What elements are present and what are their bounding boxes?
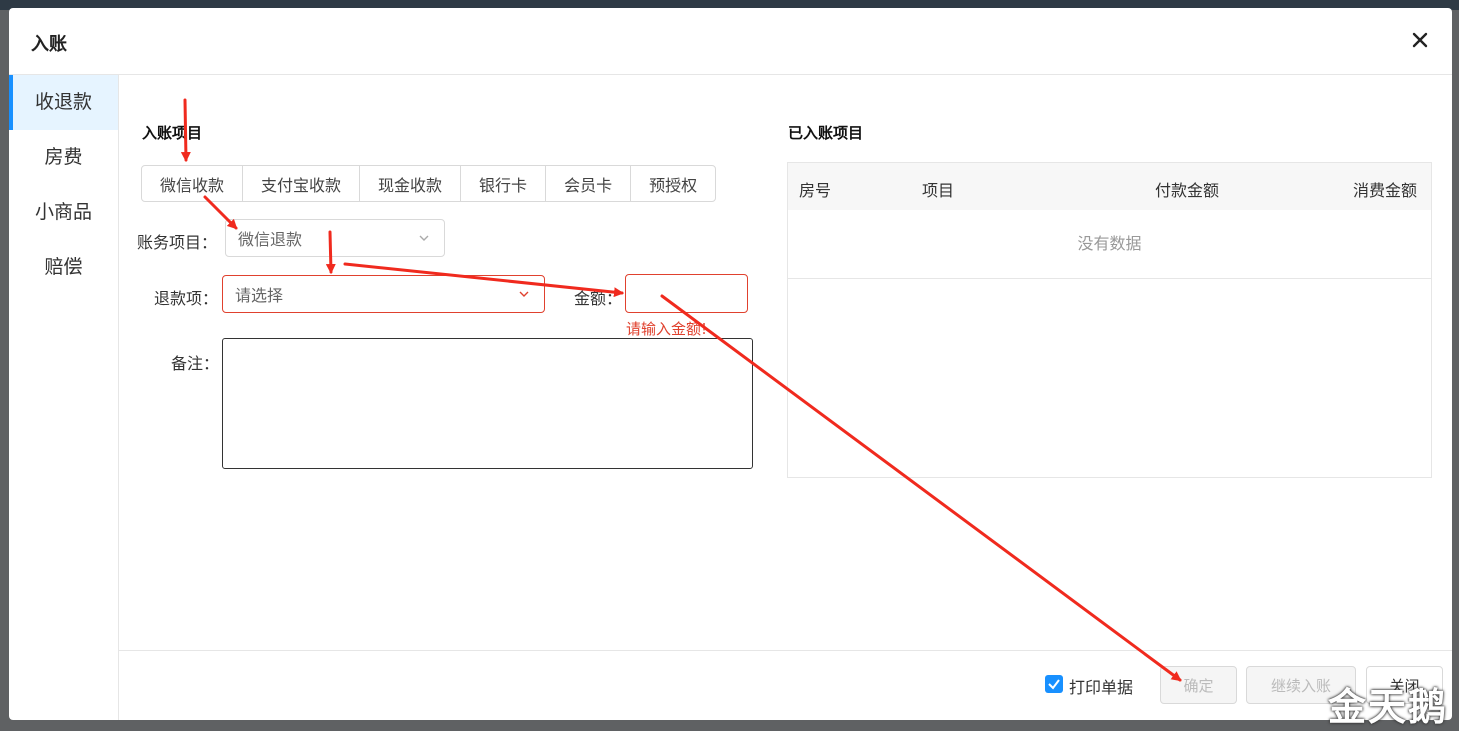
print-receipt-label[interactable]: 打印单据	[1069, 674, 1133, 698]
amount-error-message: 请输入金额!	[626, 320, 708, 338]
account-item-value: 微信退款	[238, 230, 303, 249]
dialog-title: 入账	[31, 34, 67, 55]
sidebar-item-compensation[interactable]: 赔偿	[9, 240, 118, 295]
sidebar-item-refund[interactable]: 收退款	[9, 75, 118, 130]
tab-cash-receive[interactable]: 现金收款	[359, 165, 462, 202]
column-room-number: 房号	[799, 181, 832, 200]
column-consumption-amount: 消费金额	[1353, 181, 1418, 200]
tab-wechat-receive[interactable]: 微信收款	[141, 165, 244, 202]
tab-pre-auth[interactable]: 预授权	[630, 165, 717, 202]
confirm-button[interactable]: 确定	[1160, 666, 1237, 704]
account-item-label: 账务项目：	[137, 233, 218, 252]
remark-textarea[interactable]	[222, 338, 753, 469]
table-header: 房号 项目 付款金额 消费金额	[788, 163, 1431, 210]
posted-section-title: 已入账项目	[788, 124, 864, 142]
dialog-header: 入账	[9, 8, 1452, 75]
posted-items-table: 房号 项目 付款金额 消费金额 没有数据	[787, 162, 1432, 478]
chevron-down-icon	[419, 235, 429, 241]
refund-item-label: 退款项：	[154, 289, 219, 308]
entry-section-title: 入账项目	[142, 124, 203, 142]
watermark-logo: 金天鹅	[1328, 685, 1449, 729]
refund-item-placeholder: 请选择	[235, 286, 284, 305]
tab-member-card[interactable]: 会员卡	[545, 165, 632, 202]
category-sidebar: 收退款 房费 小商品 赔偿	[9, 75, 119, 720]
remark-label: 备注：	[171, 354, 220, 373]
amount-label: 金额：	[574, 289, 623, 308]
close-icon[interactable]	[1406, 26, 1434, 54]
chevron-down-icon	[519, 291, 529, 297]
empty-table-message: 没有数据	[788, 210, 1431, 279]
checkmark-icon	[1048, 679, 1060, 690]
payment-tabs: 微信收款 支付宝收款 现金收款 银行卡 会员卡 预授权	[141, 165, 717, 202]
column-payment-amount: 付款金额	[1155, 181, 1220, 200]
sidebar-item-room-fee[interactable]: 房费	[9, 130, 118, 185]
sidebar-item-goods[interactable]: 小商品	[9, 185, 118, 240]
print-receipt-checkbox[interactable]	[1045, 675, 1063, 693]
tab-bank-card[interactable]: 银行卡	[460, 165, 547, 202]
tab-alipay-receive[interactable]: 支付宝收款	[242, 165, 361, 202]
account-item-select[interactable]: 微信退款	[225, 219, 445, 257]
amount-input[interactable]	[625, 274, 748, 313]
column-item: 项目	[922, 181, 955, 200]
posting-dialog: 入账 收退款 房费 小商品 赔偿 入账项目 微信收款 支付宝收款 现金收款 银行…	[9, 8, 1452, 720]
refund-item-select[interactable]: 请选择	[222, 275, 545, 313]
